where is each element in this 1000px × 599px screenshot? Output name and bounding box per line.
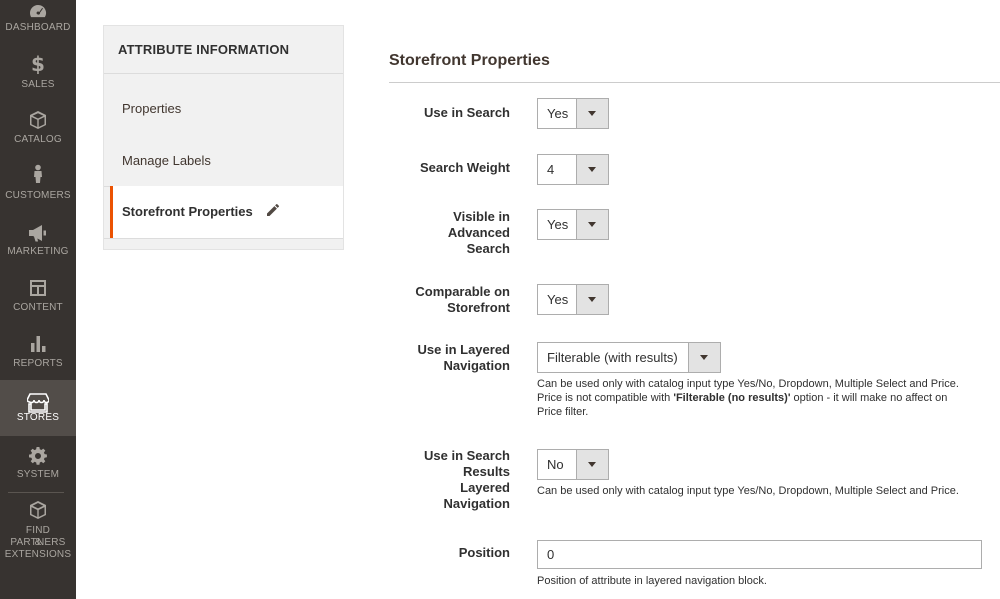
- gear-icon: [29, 447, 47, 465]
- nav-item-content[interactable]: CONTENT: [0, 264, 76, 320]
- search-results-layered-select[interactable]: No: [537, 449, 609, 480]
- nav-label: CONTENT: [13, 302, 63, 313]
- admin-sidebar: DASHBOARD $ SALES CATALOG CUSTOMERS MARK…: [0, 0, 76, 599]
- nav-item-stores[interactable]: STORES: [0, 380, 76, 436]
- tab-storefront-properties[interactable]: Storefront Properties: [110, 186, 343, 238]
- label-text: Navigation: [443, 358, 510, 373]
- label-text: Storefront: [447, 300, 510, 315]
- tab-label: Storefront Properties: [122, 204, 253, 219]
- tabs-divider: [104, 238, 343, 239]
- box-icon: [30, 111, 46, 129]
- megaphone-icon: [29, 225, 46, 242]
- chevron-down-icon: [576, 210, 608, 239]
- nav-item-dashboard[interactable]: DASHBOARD: [0, 0, 76, 40]
- layered-navigation-select[interactable]: Filterable (with results): [537, 342, 721, 373]
- nav-label: REPORTS: [13, 358, 63, 369]
- visible-advanced-search-select[interactable]: Yes: [537, 209, 609, 240]
- section-title: Storefront Properties: [389, 52, 550, 69]
- note-text: Price filter.: [537, 406, 589, 418]
- note-emphasis: 'Filterable (no results)': [673, 392, 791, 404]
- search-weight-select[interactable]: 4: [537, 154, 609, 185]
- nav-item-find-partners[interactable]: FIND PARTNERS & EXTENSIONS: [0, 496, 76, 560]
- select-value: 4: [547, 162, 555, 177]
- note-text: Price is not compatible with 'Filterable…: [537, 391, 959, 405]
- nav-label: DASHBOARD: [5, 22, 71, 33]
- chevron-down-icon: [576, 450, 608, 479]
- nav-item-marketing[interactable]: MARKETING: [0, 208, 76, 264]
- note-fragment: option - it will make no affect on: [790, 392, 948, 404]
- label-text: Search Weight: [419, 160, 510, 175]
- position-note: Position of attribute in layered navigat…: [537, 575, 767, 587]
- select-value: Yes: [547, 292, 569, 307]
- nav-label: STORES: [16, 412, 60, 423]
- chevron-down-icon: [576, 155, 608, 184]
- nav-label: MARKETING: [7, 246, 69, 257]
- label-text: Advanced: [447, 225, 510, 240]
- label-text: Position: [458, 545, 510, 560]
- nav-item-catalog[interactable]: CATALOG: [0, 96, 76, 152]
- note-text: Can be used only with catalog input type…: [537, 378, 959, 390]
- nav-label: & EXTENSIONS: [4, 537, 72, 560]
- label-text: Use in Search: [424, 105, 510, 120]
- nav-item-sales[interactable]: $ SALES: [0, 40, 76, 96]
- svg-text:$: $: [31, 54, 45, 74]
- nav-divider: [8, 492, 64, 493]
- label-text: Navigation: [443, 496, 510, 511]
- input-value: 0: [547, 547, 555, 562]
- search-results-layered-note: Can be used only with catalog input type…: [537, 485, 959, 497]
- use-in-search-label: Use in Search: [380, 105, 510, 121]
- cubes-icon: [30, 501, 46, 519]
- select-value: No: [547, 457, 564, 472]
- dollar-icon: $: [31, 54, 45, 74]
- note-fragment: Price is not compatible with: [537, 392, 674, 404]
- label-text: Visible in: [453, 209, 510, 224]
- comparable-label: Comparable on Storefront: [380, 284, 510, 316]
- attribute-tabs-panel: ATTRIBUTE INFORMATION Properties Manage …: [103, 25, 344, 250]
- search-results-layered-label: Use in Search Results Layered Navigation: [380, 448, 510, 512]
- chevron-down-icon: [576, 99, 608, 128]
- position-label: Position: [380, 545, 510, 561]
- layered-navigation-label: Use in Layered Navigation: [380, 342, 511, 374]
- chevron-down-icon: [576, 285, 608, 314]
- label-text: Use in Search: [424, 448, 510, 463]
- layered-navigation-note: Can be used only with catalog input type…: [537, 377, 959, 419]
- section-divider: [389, 82, 1000, 83]
- nav-item-reports[interactable]: REPORTS: [0, 320, 76, 376]
- use-in-search-select[interactable]: Yes: [537, 98, 609, 129]
- layout-icon: [30, 280, 46, 296]
- nav-item-system[interactable]: SYSTEM: [0, 436, 76, 492]
- select-value: Yes: [547, 217, 569, 232]
- chevron-down-icon: [688, 343, 720, 372]
- position-input[interactable]: 0: [537, 540, 982, 569]
- pencil-icon: [267, 203, 280, 216]
- nav-label: SALES: [21, 79, 55, 90]
- bar-chart-icon: [31, 336, 46, 352]
- person-icon: [34, 164, 42, 183]
- label-text: Search: [466, 241, 510, 256]
- nav-item-customers[interactable]: CUSTOMERS: [0, 152, 76, 208]
- select-value: Yes: [547, 106, 569, 121]
- search-weight-label: Search Weight: [380, 160, 510, 176]
- label-text: Results: [463, 464, 510, 479]
- dashboard-icon: [30, 4, 47, 18]
- label-text: Use in Layered: [417, 342, 511, 357]
- comparable-select[interactable]: Yes: [537, 284, 609, 315]
- tabs-divider: [104, 73, 343, 74]
- nav-label: CUSTOMERS: [5, 190, 71, 201]
- tabs-title: ATTRIBUTE INFORMATION: [118, 42, 290, 57]
- nav-label: CATALOG: [14, 134, 62, 145]
- visible-advanced-search-label: Visible in Advanced Search: [380, 209, 510, 257]
- label-text: Comparable on: [415, 284, 510, 299]
- tab-properties[interactable]: Properties: [122, 101, 181, 116]
- tab-manage-labels[interactable]: Manage Labels: [122, 153, 211, 168]
- storefront-icon: [27, 393, 49, 413]
- nav-label: SYSTEM: [16, 469, 60, 480]
- label-text: Layered: [460, 480, 510, 495]
- select-value: Filterable (with results): [547, 350, 678, 365]
